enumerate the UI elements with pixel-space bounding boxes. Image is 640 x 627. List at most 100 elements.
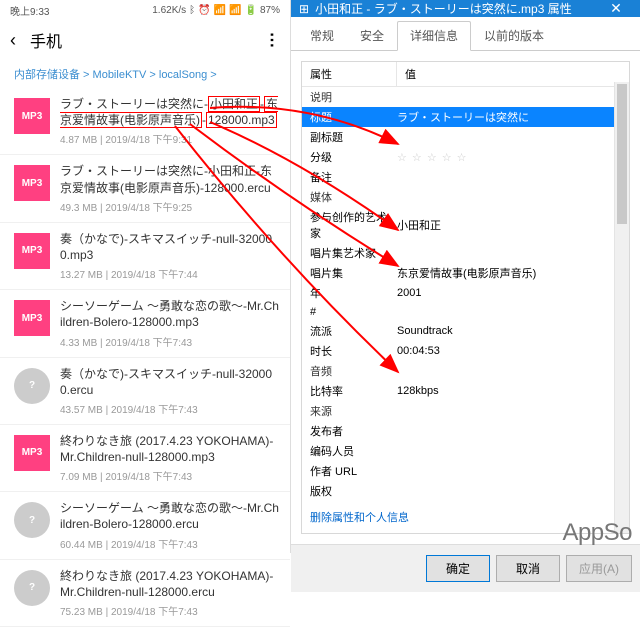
prop-key: 备注 — [310, 169, 397, 185]
prop-key: 参与创作的艺术家 — [310, 209, 397, 241]
prop-key: 版权 — [310, 483, 397, 499]
file-meta: 49.3 MB | 2019/4/18 下午9:25 — [60, 199, 280, 214]
file-list: MP3 ラブ・ストーリーは突然に-小田和正-东京爱情故事(电影原声音乐)-1280… — [0, 88, 290, 627]
apply-button[interactable]: 应用(A) — [566, 555, 632, 582]
file-info: 終わりなき旅 (2017.4.23 YOKOHAMA)-Mr.Children-… — [60, 433, 280, 483]
prop-value: 00:04:53 — [397, 345, 621, 357]
file-info: 奏（かなで)-スキマスイッチ-null-320000.ercu 43.57 MB … — [60, 366, 280, 416]
prop-key: 副标题 — [310, 129, 397, 145]
properties-window: ⊞ 小田和正 - ラブ・ストーリーは突然に.mp3 属性 ✕ 常规安全详细信息以… — [291, 0, 640, 553]
mp3-icon: MP3 — [14, 165, 50, 201]
file-item[interactable]: MP3 奏（かなで)-スキマスイッチ-null-320000.mp3 13.27 M… — [0, 223, 290, 290]
prop-row[interactable]: 参与创作的艺术家小田和正 — [302, 207, 629, 243]
prop-row[interactable]: 时长00:04:53 — [302, 341, 629, 361]
phone-title: 手机 — [30, 28, 250, 52]
prop-value: 小田和正 — [397, 217, 621, 233]
prop-key: 说明 — [310, 89, 397, 105]
breadcrumb[interactable]: 内部存储设备 > MobileKTV > localSong > — [0, 60, 290, 88]
properties-header: 属性 值 — [302, 62, 629, 87]
prop-row[interactable]: 唱片集东京爱情故事(电影原声音乐) — [302, 263, 629, 283]
more-icon[interactable]: ⋯ — [262, 32, 282, 48]
prop-row[interactable]: # — [302, 303, 629, 321]
tab-0[interactable]: 常规 — [297, 21, 347, 50]
ercu-icon: ? — [14, 502, 50, 538]
prop-key: 标题 — [310, 109, 397, 125]
file-meta: 43.57 MB | 2019/4/18 下午7:43 — [60, 401, 280, 416]
file-item[interactable]: ? 奏（かなで)-スキマスイッチ-null-320000.ercu 43.57 MB… — [0, 358, 290, 425]
file-meta: 4.33 MB | 2019/4/18 下午7:43 — [60, 334, 280, 349]
back-icon[interactable]: ‹ — [10, 30, 16, 51]
signal-icon: 📶 — [214, 5, 226, 16]
prop-row[interactable]: 标题ラブ・ストーリーは突然に — [302, 107, 629, 127]
ok-button[interactable]: 确定 — [426, 555, 490, 582]
appso-logo: AppSo — [562, 519, 632, 547]
status-bar: 晚上9:33 1.62K/s ᛒ ⏰ 📶 📶 🔋 87% — [0, 0, 290, 20]
prop-row[interactable]: 副标题 — [302, 127, 629, 147]
tab-strip: 常规安全详细信息以前的版本 — [291, 17, 640, 51]
tab-1[interactable]: 安全 — [347, 21, 397, 50]
file-item[interactable]: ?終わりなき旅 (2017.4.23 YOKOHAMA)-Mr.Children… — [0, 560, 290, 627]
file-item[interactable]: MP3 ラブ・ストーリーは突然に-小田和正-东京爱情故事(电影原声音乐)-1280… — [0, 88, 290, 155]
mp3-icon: MP3 — [14, 98, 50, 134]
file-name: 奏（かなで)-スキマスイッチ-null-320000.mp3 — [60, 231, 280, 263]
battery-icon: 🔋 — [245, 5, 257, 16]
mp3-icon: MP3 — [14, 233, 50, 269]
prop-row[interactable]: 音频 — [302, 361, 629, 381]
header-value: 值 — [397, 62, 424, 86]
prop-row[interactable]: 流派Soundtrack — [302, 321, 629, 341]
prop-key: 媒体 — [310, 189, 397, 205]
file-icon: ⊞ — [299, 2, 309, 16]
file-info: ラブ・ストーリーは突然に-小田和正-东京爱情故事(电影原声音乐)-128000.… — [60, 96, 280, 146]
phone-pane: 晚上9:33 1.62K/s ᛒ ⏰ 📶 📶 🔋 87% ‹ 手机 ⋯ 内部存储… — [0, 0, 291, 553]
prop-row[interactable]: 作者 URL — [302, 461, 629, 481]
scrollbar[interactable] — [614, 82, 629, 533]
file-item[interactable]: MP3シーソーゲーム ～勇敢な恋の歌～-Mr.Children-Bolero-1… — [0, 290, 290, 357]
bluetooth-icon: ᛒ — [189, 5, 195, 16]
prop-row[interactable]: 编码人员 — [302, 441, 629, 461]
prop-key: 唱片集艺术家 — [310, 245, 397, 261]
scroll-thumb[interactable] — [617, 84, 627, 224]
prop-row[interactable]: 媒体 — [302, 187, 629, 207]
remove-props-link[interactable]: 删除属性和个人信息 — [310, 512, 409, 524]
file-name: ラブ・ストーリーは突然に-小田和正-东京爱情故事(电影原声音乐)-128000.… — [60, 96, 280, 128]
prop-row[interactable]: 版权 — [302, 481, 629, 501]
prop-row[interactable]: 说明 — [302, 87, 629, 107]
prop-key: 年 — [310, 285, 397, 301]
prop-row[interactable]: 备注 — [302, 167, 629, 187]
file-item[interactable]: MP3 終わりなき旅 (2017.4.23 YOKOHAMA)-Mr.Childr… — [0, 425, 290, 492]
header-property: 属性 — [302, 62, 397, 86]
prop-row[interactable]: 分级☆ ☆ ☆ ☆ ☆ — [302, 147, 629, 167]
button-row: 确定 取消 应用(A) — [291, 544, 640, 592]
ercu-icon: ? — [14, 368, 50, 404]
file-meta: 4.87 MB | 2019/4/18 下午9:31 — [60, 131, 280, 146]
prop-key: 编码人员 — [310, 443, 397, 459]
status-right: 1.62K/s ᛒ ⏰ 📶 📶 🔋 87% — [152, 5, 280, 16]
file-name: ラブ・ストーリーは突然に-小田和正-东京爱情故事(电影原声音乐)-128000.… — [60, 163, 280, 195]
file-item[interactable]: ? シーソーゲーム ～勇敢な恋の歌～-Mr.Children-Bolero-128… — [0, 492, 290, 559]
cancel-button[interactable]: 取消 — [496, 555, 560, 582]
prop-row[interactable]: 唱片集艺术家 — [302, 243, 629, 263]
prop-value: Soundtrack — [397, 325, 621, 337]
tab-2[interactable]: 详细信息 — [397, 21, 471, 51]
prop-row[interactable]: 发布者 — [302, 421, 629, 441]
file-name: シーソーゲーム ～勇敢な恋の歌～-Mr.Children-Bolero-1280… — [60, 500, 280, 532]
file-name: 終わりなき旅 (2017.4.23 YOKOHAMA)-Mr.Children-… — [60, 568, 280, 600]
prop-key: 来源 — [310, 403, 397, 419]
prop-key: 发布者 — [310, 423, 397, 439]
file-name: 奏（かなで)-スキマスイッチ-null-320000.ercu — [60, 366, 280, 398]
prop-key: # — [310, 306, 397, 318]
mp3-icon: MP3 — [14, 435, 50, 471]
close-icon[interactable]: ✕ — [596, 0, 636, 17]
tab-3[interactable]: 以前的版本 — [471, 21, 557, 50]
file-item[interactable]: MP3 ラブ・ストーリーは突然に-小田和正-东京爱情故事(电影原声音乐)-1280… — [0, 155, 290, 222]
prop-value: ☆ ☆ ☆ ☆ ☆ — [397, 151, 621, 164]
prop-row[interactable]: 来源 — [302, 401, 629, 421]
prop-key: 分级 — [310, 149, 397, 165]
prop-row[interactable]: 年2001 — [302, 283, 629, 303]
file-name: シーソーゲーム ～勇敢な恋の歌～-Mr.Children-Bolero-1280… — [60, 298, 280, 330]
file-meta: 13.27 MB | 2019/4/18 下午7:44 — [60, 266, 280, 281]
properties-body: 属性 值 说明标题ラブ・ストーリーは突然に副标题分级☆ ☆ ☆ ☆ ☆备注媒体参… — [291, 51, 640, 544]
prop-row[interactable]: 比特率128kbps — [302, 381, 629, 401]
file-name: 終わりなき旅 (2017.4.23 YOKOHAMA)-Mr.Children-… — [60, 433, 280, 465]
file-info: シーソーゲーム ～勇敢な恋の歌～-Mr.Children-Bolero-1280… — [60, 500, 280, 550]
